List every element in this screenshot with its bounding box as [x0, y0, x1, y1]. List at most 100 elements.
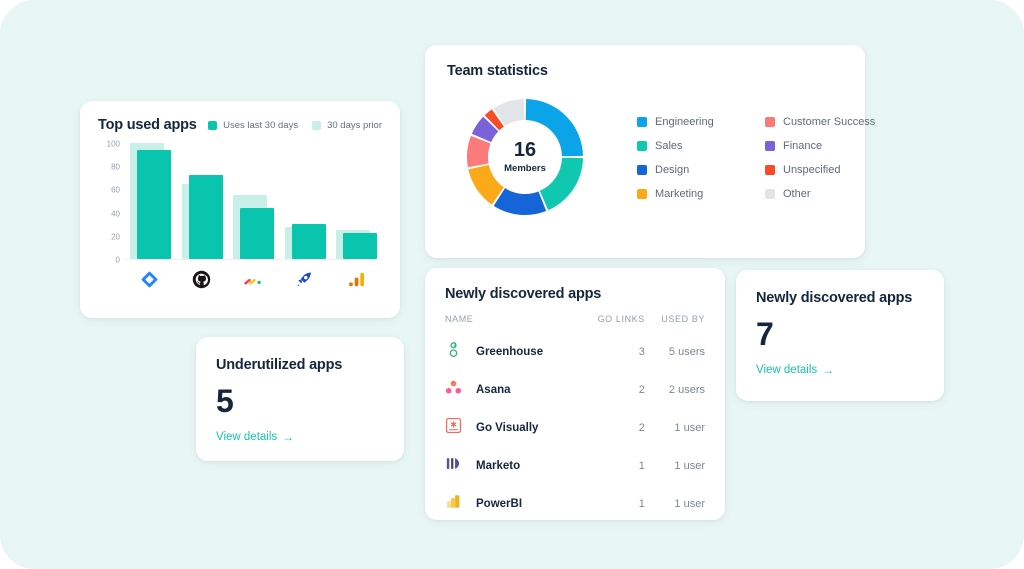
- table-row[interactable]: Greenhouse 3 5 users: [445, 333, 705, 371]
- donut-legend-item[interactable]: Sales: [637, 140, 755, 152]
- x-axis-icon-cell: [279, 270, 331, 289]
- cell-name: Go Visually: [445, 409, 580, 447]
- newly-discovered-view-details-link[interactable]: View details →: [756, 364, 834, 376]
- donut-legend-item[interactable]: Customer Success: [765, 116, 875, 128]
- app-name-label: Go Visually: [476, 422, 539, 434]
- top-used-apps-header: Top used apps Uses last 30 days 30 days …: [98, 117, 382, 133]
- underutilized-view-details-link[interactable]: View details →: [216, 431, 294, 443]
- donut-legend-label: Design: [655, 164, 690, 176]
- legend-label-current: Uses last 30 days: [223, 119, 299, 131]
- donut-legend-item[interactable]: Unspecified: [765, 164, 875, 176]
- y-axis-tick: 40: [111, 209, 120, 219]
- table-head: NAME GO LINKS USED BY: [445, 314, 705, 333]
- bar-last-30-days[interactable]: [188, 175, 223, 259]
- bar-chart-legend: Uses last 30 days 30 days prior: [208, 120, 382, 131]
- column-header-go-links: GO LINKS: [597, 314, 645, 324]
- donut-legend-swatch: [765, 189, 775, 199]
- bar-chart-x-axis-icons: [124, 270, 382, 289]
- newly-discovered-count-title: Newly discovered apps: [756, 290, 913, 306]
- table-row[interactable]: Marketo 1 1 user: [445, 447, 705, 485]
- donut-legend-item[interactable]: Marketing: [637, 188, 755, 200]
- legend-swatch-prior: [312, 120, 322, 130]
- cell-go-links: 3: [638, 346, 645, 358]
- donut-legend-swatch: [765, 141, 775, 151]
- cell-used-by: 1 user: [674, 460, 705, 472]
- x-axis-icon-cell: [124, 270, 176, 289]
- x-axis-icon-cell: [330, 270, 382, 289]
- donut-legend-swatch: [637, 189, 647, 199]
- table-row[interactable]: PowerBI 1 1 user: [445, 485, 705, 523]
- donut-legend-label: Customer Success: [783, 116, 876, 128]
- greenhouse-icon: [445, 341, 462, 363]
- bar-chart-bars: [124, 143, 382, 260]
- donut-legend-label: Marketing: [655, 188, 704, 200]
- donut-legend-item[interactable]: Engineering: [637, 116, 755, 128]
- newly-discovered-apps-table: NAME GO LINKS USED BY Greenhouse 3 5 users…: [445, 314, 705, 523]
- legend-swatch-current: [208, 120, 218, 130]
- bar-chart-y-axis: 100 80 60 40 20 0: [98, 140, 122, 265]
- y-axis-tick: 0: [115, 255, 120, 265]
- y-axis-tick: 20: [111, 232, 120, 242]
- bar-last-30-days[interactable]: [137, 149, 171, 259]
- donut-segment-engineering[interactable]: [525, 99, 583, 157]
- app-name-label: Greenhouse: [476, 346, 544, 358]
- y-axis-tick: 60: [111, 185, 120, 195]
- bar-group[interactable]: [124, 143, 176, 259]
- column-header-name: NAME: [445, 314, 474, 324]
- legend-item-prior: 30 days prior: [312, 120, 382, 131]
- bar-chart-plot: 100 80 60 40 20 0: [98, 140, 382, 289]
- bar-group[interactable]: [227, 144, 279, 259]
- team-donut-chart: 16 Members: [455, 87, 595, 227]
- donut-legend-swatch: [637, 165, 647, 175]
- newly-discovered-count-value: 7: [756, 316, 774, 352]
- monday-icon: [243, 270, 262, 289]
- donut-legend-item[interactable]: Finance: [765, 140, 875, 152]
- cell-used-by: 1 user: [674, 498, 705, 510]
- donut-segment-sales[interactable]: [539, 157, 583, 211]
- cell-go-links: 1: [638, 460, 645, 472]
- team-statistics-card: Team statistics 16 Members Engineering Cu…: [425, 45, 875, 258]
- y-axis-tick: 100: [106, 139, 120, 149]
- donut-segment-customer-success[interactable]: [467, 135, 491, 168]
- donut-segment-design[interactable]: [493, 188, 547, 215]
- bar-group[interactable]: [279, 144, 331, 259]
- cell-go-links: 2: [638, 384, 645, 396]
- salesloft-icon: [295, 270, 314, 289]
- top-used-apps-title: Top used apps: [98, 117, 197, 133]
- table-body: Greenhouse 3 5 users Asana 2 2 users Go Visu…: [445, 333, 705, 523]
- donut-legend-swatch: [765, 165, 775, 175]
- donut-legend-label: Other: [783, 188, 811, 200]
- bar-last-30-days[interactable]: [343, 233, 378, 259]
- donut-legend-item[interactable]: Design: [637, 164, 755, 176]
- bar-group[interactable]: [330, 144, 382, 259]
- newly-discovered-apps-table-card: Newly discovered apps NAME GO LINKS USED…: [425, 268, 725, 520]
- donut-svg: [467, 99, 583, 215]
- donut-legend-item[interactable]: Other: [765, 188, 875, 200]
- table-row[interactable]: Go Visually 2 1 user: [445, 409, 705, 447]
- bar-last-30-days[interactable]: [291, 224, 326, 259]
- table-row[interactable]: Asana 2 2 users: [445, 371, 705, 409]
- cell-used-by: 5 users: [668, 346, 705, 358]
- newly-discovered-count-card: Newly discovered apps 7 View details →: [736, 270, 944, 401]
- x-axis-icon-cell: [227, 270, 279, 289]
- arrow-right-icon: →: [282, 430, 295, 444]
- cell-used-by: 1 user: [674, 422, 705, 434]
- underutilized-apps-title: Underutilized apps: [216, 357, 343, 373]
- arrow-right-icon: →: [822, 363, 835, 377]
- team-statistics-title: Team statistics: [447, 63, 548, 79]
- app-name-label: Marketo: [476, 460, 521, 472]
- view-details-label: View details: [756, 364, 818, 376]
- bar-group[interactable]: [176, 144, 228, 259]
- donut-legend-label: Sales: [655, 140, 683, 152]
- donut-legend-swatch: [765, 117, 775, 127]
- govisually-icon: [445, 417, 462, 439]
- cell-name: Greenhouse: [445, 333, 580, 371]
- underutilized-apps-count: 5: [216, 383, 234, 419]
- cell-used-by: 2 users: [668, 384, 705, 396]
- bar-last-30-days[interactable]: [240, 207, 275, 259]
- cell-name: PowerBI: [445, 485, 580, 523]
- column-header-used-by: USED BY: [661, 314, 705, 324]
- app-name-label: PowerBI: [476, 498, 523, 510]
- donut-legend-label: Unspecified: [783, 164, 841, 176]
- cell-name: Asana: [445, 371, 580, 409]
